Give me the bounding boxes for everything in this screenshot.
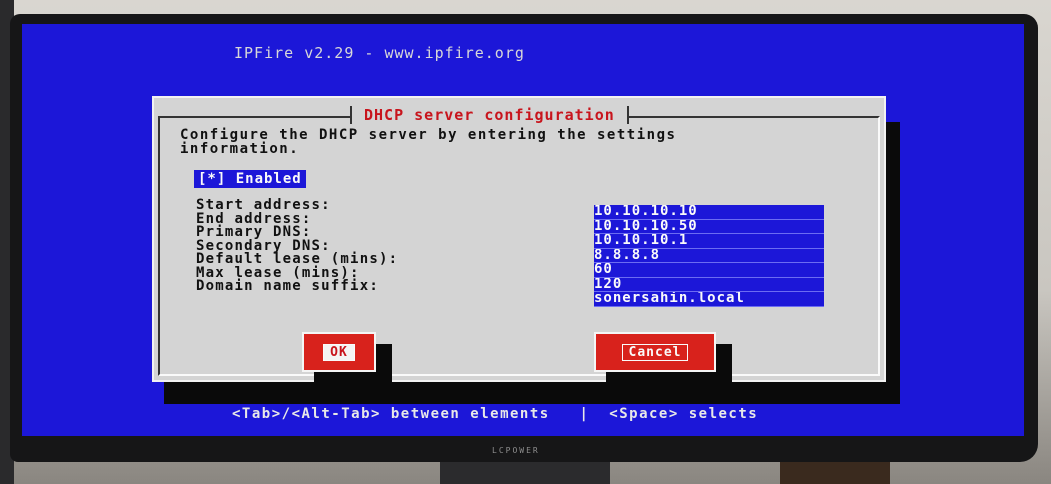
cancel-button-label: Cancel — [621, 343, 689, 361]
secondary-dns-field[interactable]: 8.8.8.8 — [594, 248, 824, 263]
dhcp-dialog: DHCP server configuration Configure the … — [152, 96, 886, 384]
keyboard-hint: <Tab>/<Alt-Tab> between elements | <Spac… — [232, 406, 759, 422]
terminal-screen: IPFire v2.29 - www.ipfire.org DHCP serve… — [22, 24, 1024, 436]
installer-title: IPFire v2.29 - www.ipfire.org — [234, 44, 525, 62]
enabled-checkbox[interactable]: [*] Enabled — [194, 170, 306, 188]
ok-button[interactable]: OK — [302, 332, 376, 372]
primary-dns-field[interactable]: 10.10.10.1 — [594, 234, 824, 249]
monitor-brand: LCPOWER — [492, 446, 540, 455]
domain-suffix-label: Domain name suffix: — [196, 278, 379, 294]
dialog-intro-text: Configure the DHCP server by entering th… — [180, 127, 677, 157]
default-lease-field[interactable]: 60 — [594, 263, 824, 278]
cancel-button[interactable]: Cancel — [594, 332, 716, 372]
start-address-field[interactable]: 10.10.10.10 — [594, 205, 824, 220]
end-address-field[interactable]: 10.10.10.50 — [594, 219, 824, 234]
ok-button-label: OK — [323, 343, 355, 361]
field-labels: Start address: End address: Primary DNS:… — [196, 198, 398, 294]
field-inputs: 10.10.10.10 10.10.10.50 10.10.10.1 8.8.8… — [594, 205, 824, 307]
max-lease-field[interactable]: 120 — [594, 277, 824, 292]
domain-suffix-field[interactable]: sonersahin.local — [594, 292, 824, 307]
dialog-title: DHCP server configuration — [350, 106, 629, 124]
